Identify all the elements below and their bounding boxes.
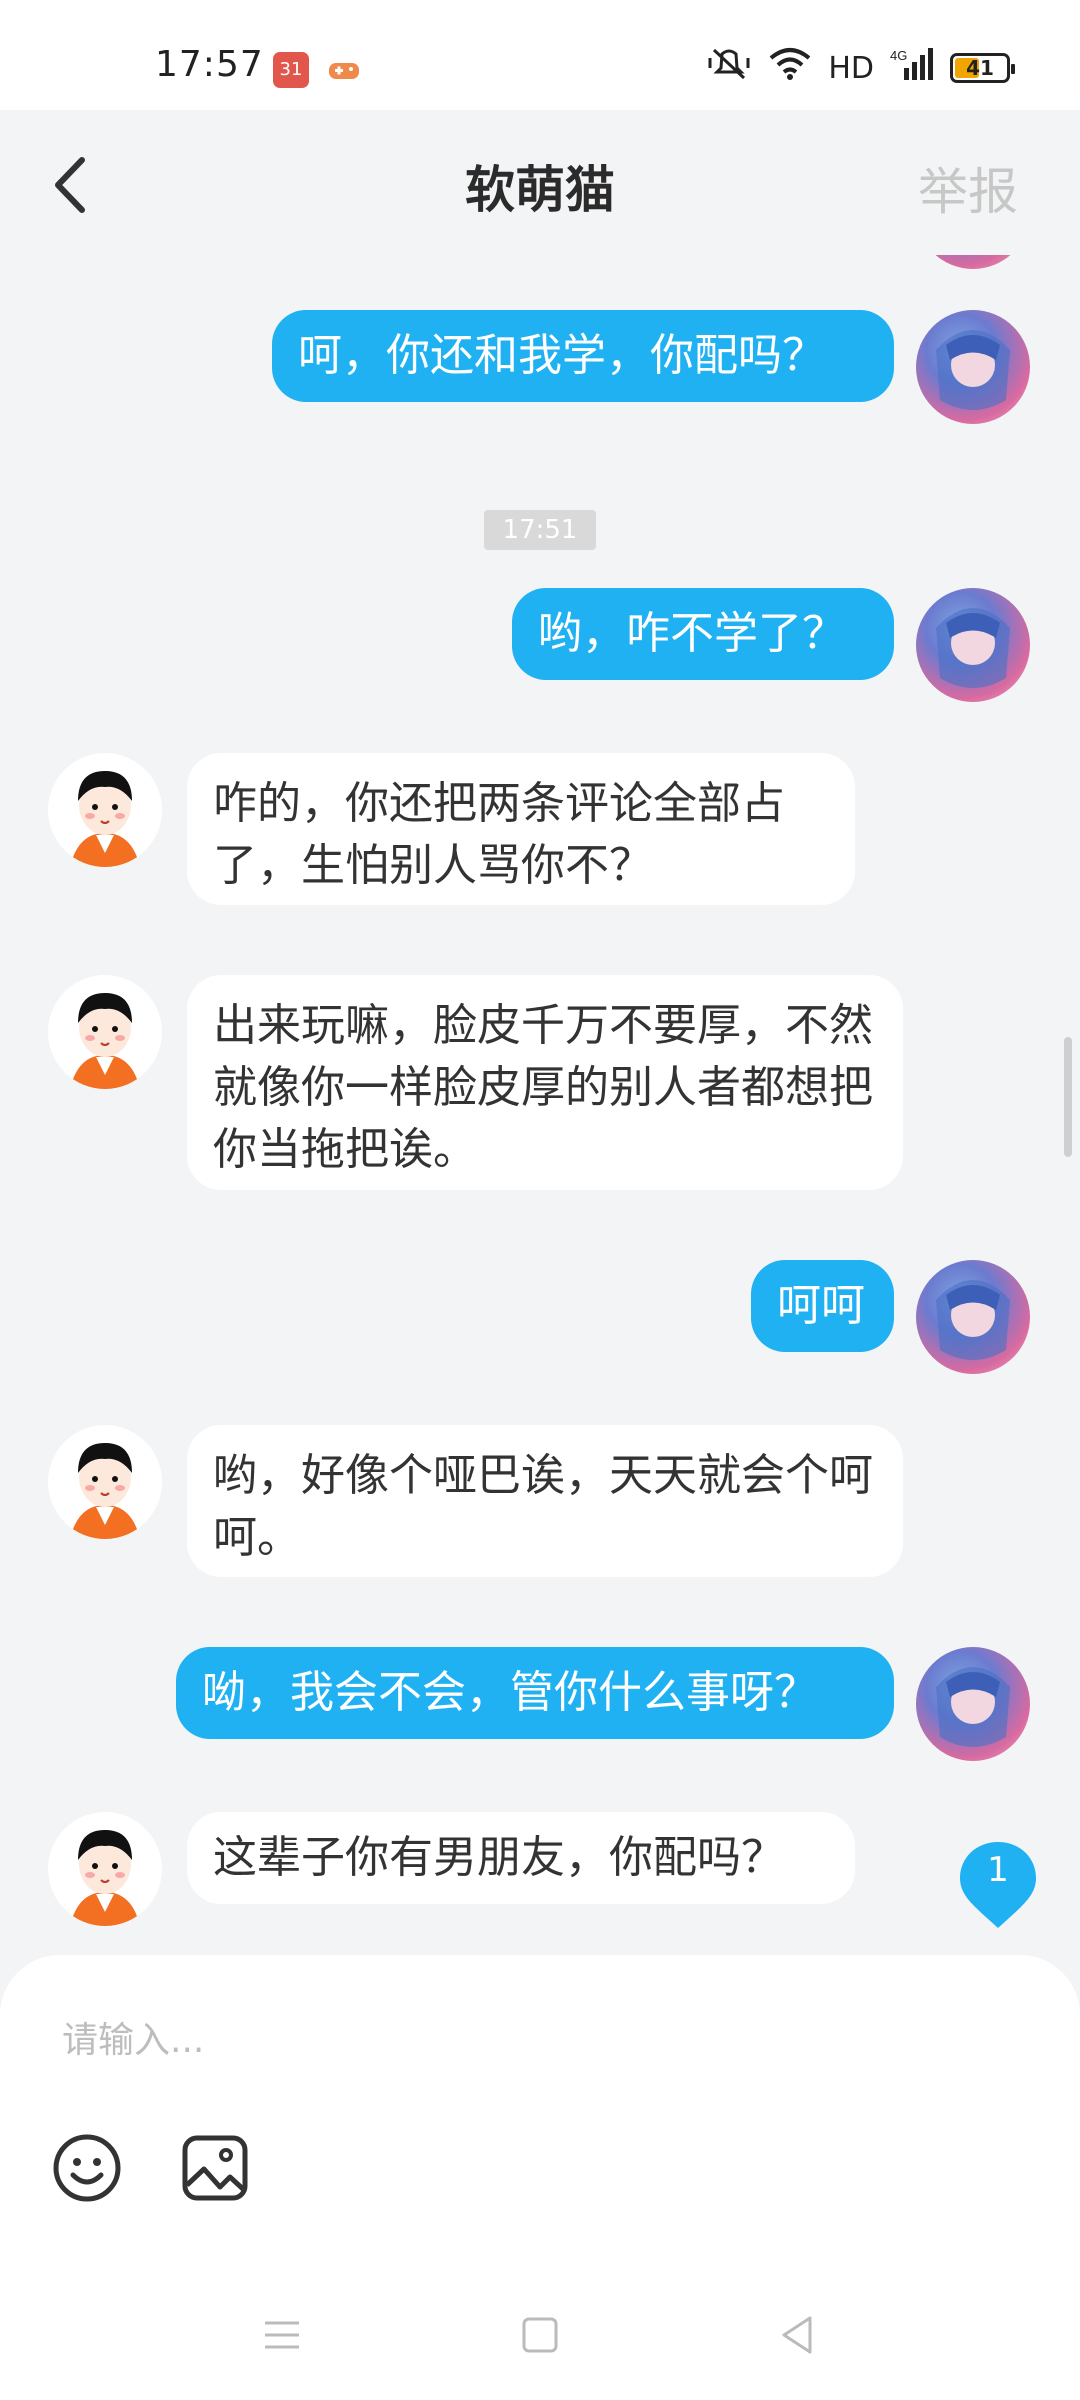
network-label: HD [828,50,874,86]
avatar[interactable] [916,310,1030,424]
square-icon [522,2317,558,2353]
message-bubble-sent[interactable]: 呵，你还和我学，你配吗？ [272,310,894,402]
message-bubble-received[interactable]: 这辈子你有男朋友，你配吗？ [187,1812,855,1904]
emoji-button[interactable] [52,2133,122,2203]
message-bubble-received[interactable]: 哟，好像个哑巴诶，天天就会个呵呵。 [187,1425,903,1577]
avatar[interactable] [916,1260,1030,1374]
cartoon-avatar-image [70,1830,140,1926]
unread-badge[interactable]: 1 [958,1840,1038,1928]
user-avatar-image [936,1667,1010,1747]
input-panel [0,1955,1080,2400]
report-button[interactable]: 举报 [918,152,1018,224]
cartoon-avatar-image [70,993,140,1089]
unread-count: 1 [987,1850,1009,1890]
scrollbar[interactable] [1064,1037,1072,1157]
message-bubble-sent[interactable]: 哟，咋不学了？ [512,588,894,680]
message-bubble-received[interactable]: 出来玩嘛，脸皮千万不要厚，不然就像你一样脸皮厚的别人者都想把你当拖把诶。 [187,975,903,1190]
signal-icon: 4G [890,46,934,90]
message-bubble-sent[interactable]: 呵呵 [751,1260,894,1352]
avatar[interactable] [48,975,162,1089]
svg-text:4G: 4G [890,48,907,63]
avatar[interactable] [916,588,1030,702]
triangle-back-icon [782,2316,812,2354]
user-avatar-image [936,330,1010,410]
avatar[interactable] [48,1425,162,1539]
message-bubble-received[interactable]: 咋的，你还把两条评论全部占了，生怕别人骂你不？ [187,753,855,905]
nav-home-button[interactable] [515,2310,565,2360]
status-indicators: HD 4G 41 [706,46,1015,90]
avatar[interactable] [916,1647,1030,1761]
wifi-icon [768,46,812,90]
cartoon-avatar-image [70,771,140,867]
user-avatar-image [936,608,1010,688]
battery-level: 41 [966,56,994,80]
chat-header: 软萌猫 举报 [0,110,1080,255]
image-icon [182,2135,248,2201]
mute-icon [706,44,752,92]
message-bubble-sent[interactable]: 呦，我会不会，管你什么事呀？ [176,1647,894,1739]
avatar[interactable] [48,753,162,867]
avatar[interactable] [916,255,1030,269]
menu-icon [265,2321,299,2349]
status-time: 17:57 [155,44,264,85]
image-button[interactable] [180,2133,250,2203]
user-avatar-image [936,1280,1010,1360]
cartoon-avatar-image [70,1443,140,1539]
nav-menu-button[interactable] [257,2310,307,2360]
message-timestamp: 17:51 [484,510,596,550]
smiley-icon [53,2134,121,2202]
calendar-notification-icon: 31 [273,52,309,88]
nav-back-button[interactable] [772,2310,822,2360]
game-notification-icon [326,52,362,88]
status-bar: 17:57 31 HD 4G 41 [0,0,1080,110]
system-nav-bar [0,2290,1080,2380]
avatar[interactable] [48,1812,162,1926]
battery-icon: 41 [950,53,1015,83]
message-input[interactable] [62,2010,962,2070]
chat-messages[interactable]: 呵，你还和我学，你配吗？ 17:51 哟，咋不学了？ 咋的，你还把两条评论全部占… [0,255,1080,1955]
